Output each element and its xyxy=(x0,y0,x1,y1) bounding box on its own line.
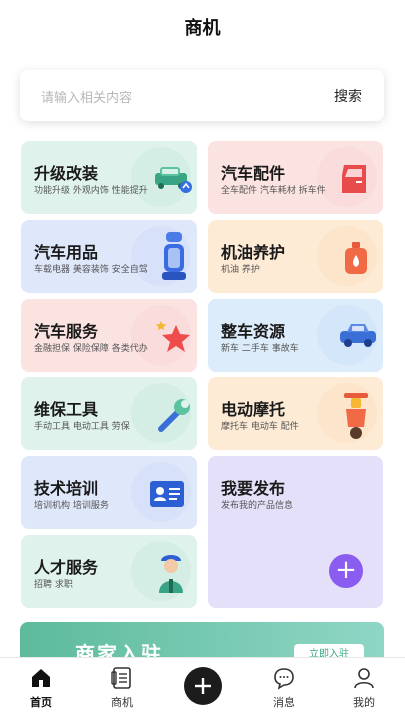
search-input[interactable]: 请输入相关内容 xyxy=(41,87,132,106)
tab-home[interactable]: 首页 xyxy=(11,666,71,710)
category-title: 维保工具 xyxy=(34,400,99,419)
category-subtitle: 培训机构 培训服务 xyxy=(34,501,109,511)
home-icon xyxy=(32,669,50,687)
tab-label: 首页 xyxy=(30,696,52,709)
category-training[interactable]: 技术培训 培训机构 培训服务 xyxy=(21,456,197,529)
worker-icon xyxy=(159,555,183,593)
category-parts[interactable]: 汽车配件 全车配件 汽车耗材 拆车件 xyxy=(208,141,383,214)
category-subtitle: 机油 养护 xyxy=(221,265,260,275)
category-upgrade[interactable]: 升级改装 功能升级 外观内饰 性能提升 xyxy=(21,141,197,214)
category-title: 人才服务 xyxy=(34,558,99,577)
id-card-icon xyxy=(150,481,184,507)
category-subtitle: 新车 二手车 事故车 xyxy=(221,344,299,354)
category-subtitle: 手动工具 电动工具 劳保 xyxy=(34,422,130,432)
tab-mine[interactable]: 我的 xyxy=(334,666,394,710)
chat-bubble-icon xyxy=(274,668,294,690)
category-title: 我要发布 xyxy=(221,479,286,498)
category-subtitle: 车载电器 美容装饰 安全自驾 xyxy=(34,265,148,275)
category-oil[interactable]: 机油养护 机油 养护 xyxy=(208,220,383,293)
category-supplies[interactable]: 汽车用品 车载电器 美容装饰 安全自驾 xyxy=(21,220,197,293)
oil-bottle-icon xyxy=(345,242,367,274)
category-subtitle: 发布我的产品信息 xyxy=(221,501,294,511)
car-upgrade-icon xyxy=(155,167,192,193)
category-title: 机油养护 xyxy=(221,243,286,262)
category-services[interactable]: 汽车服务 金融担保 保险保障 各类代办 xyxy=(21,299,197,372)
wrench-icon xyxy=(158,399,190,432)
page-title: 商机 xyxy=(184,18,221,39)
scooter-icon xyxy=(344,393,368,439)
bottom-tab-bar: 首页 商机 消息 我的 xyxy=(0,657,405,720)
tab-label: 我的 xyxy=(353,696,375,709)
category-motorcycles[interactable]: 电动摩托 摩托车 电动车 配件 xyxy=(208,377,383,450)
car-door-icon xyxy=(342,165,366,193)
star-icon xyxy=(156,321,190,352)
category-subtitle: 金融担保 保险保障 各类代办 xyxy=(34,344,148,354)
tab-business[interactable]: 商机 xyxy=(92,666,152,710)
tab-messages[interactable]: 消息 xyxy=(254,666,314,710)
category-title: 汽车配件 xyxy=(221,164,286,183)
search-bar[interactable]: 请输入相关内容 搜索 xyxy=(20,70,384,121)
category-vehicles[interactable]: 整车资源 新车 二手车 事故车 xyxy=(208,299,383,372)
car-icon xyxy=(340,324,376,347)
category-subtitle: 摩托车 电动车 配件 xyxy=(221,422,299,432)
category-talent[interactable]: 人才服务 招聘 求职 xyxy=(21,535,197,608)
search-button[interactable]: 搜索 xyxy=(334,86,362,106)
category-tools[interactable]: 维保工具 手动工具 电动工具 劳保 xyxy=(21,377,197,450)
category-subtitle: 招聘 求职 xyxy=(34,580,73,590)
document-icon xyxy=(111,667,131,689)
category-title: 技术培训 xyxy=(34,479,99,498)
category-title: 电动摩托 xyxy=(221,400,286,419)
category-subtitle: 全车配件 汽车耗材 拆车件 xyxy=(221,186,326,196)
category-title: 汽车服务 xyxy=(34,322,99,341)
category-title: 升级改装 xyxy=(34,164,99,183)
category-subtitle: 功能升级 外观内饰 性能提升 xyxy=(34,186,148,196)
category-title: 整车资源 xyxy=(221,322,286,341)
tab-label: 消息 xyxy=(273,696,295,709)
publish-card[interactable]: 我要发布 发布我的产品信息 + xyxy=(208,456,383,608)
category-title: 汽车用品 xyxy=(34,243,99,262)
publish-button[interactable]: + xyxy=(329,554,363,588)
add-button[interactable] xyxy=(184,667,222,705)
plus-icon xyxy=(195,678,211,694)
car-seat-icon xyxy=(162,232,186,280)
user-icon xyxy=(354,668,374,689)
tab-label: 商机 xyxy=(111,696,133,709)
